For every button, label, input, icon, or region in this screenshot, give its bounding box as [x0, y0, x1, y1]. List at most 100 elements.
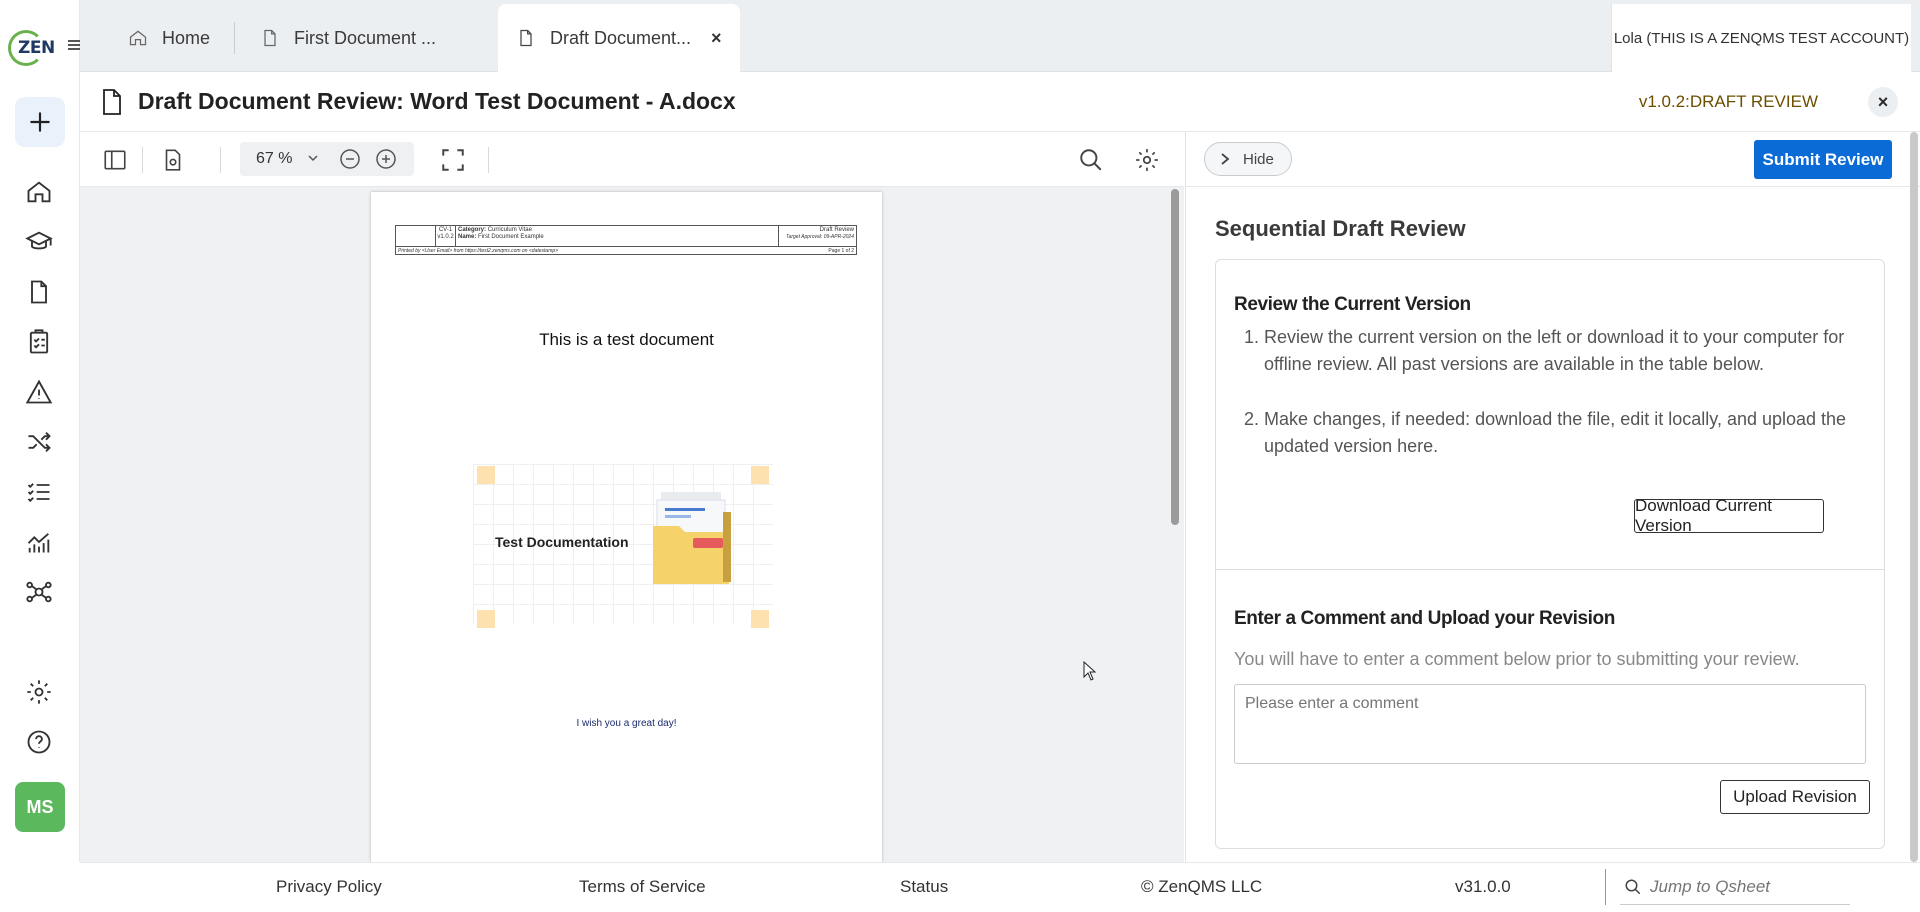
- jump-to-qsheet-input[interactable]: [1650, 876, 1840, 897]
- zenqms-logo[interactable]: ZEN: [8, 28, 55, 66]
- clipboard-check-icon: [29, 329, 49, 354]
- jump-to-qsheet: [1620, 869, 1850, 905]
- nav-home[interactable]: [24, 177, 54, 207]
- viewer-settings-button[interactable]: [1132, 145, 1162, 175]
- gear-icon: [1136, 149, 1158, 171]
- document-viewer[interactable]: CV-1 v1.0.2 Category: Curriculum Vitae Na…: [80, 187, 1184, 862]
- submit-review-button[interactable]: Submit Review: [1754, 140, 1892, 179]
- review-steps: 1. Review the current version on the left…: [1234, 324, 1854, 488]
- zoom-in-icon[interactable]: [374, 147, 398, 171]
- toolbar-divider: [220, 147, 221, 173]
- zoom-level[interactable]: 67 %: [256, 150, 292, 168]
- toolbar-divider: [488, 147, 489, 173]
- document-settings-button[interactable]: [158, 145, 188, 175]
- document-icon: [264, 29, 276, 47]
- section-title-review: Review the Current Version: [1234, 294, 1471, 315]
- privacy-policy-link[interactable]: Privacy Policy: [276, 877, 382, 897]
- version-status: v1.0.2:DRAFT REVIEW: [1638, 92, 1818, 111]
- home-icon: [27, 181, 51, 203]
- review-panel-toolbar: Hide Submit Review: [1186, 132, 1920, 187]
- review-heading: Sequential Draft Review: [1215, 216, 1466, 241]
- tab-first-document[interactable]: First Document ...: [260, 4, 436, 72]
- page-footer: Privacy Policy Terms of Service Status ©…: [80, 862, 1920, 912]
- doc-name: First Document Example: [478, 234, 544, 240]
- doc-page: Page 1 of 2: [828, 248, 854, 254]
- doc-printed: Printed by <User Email> from https://tes…: [398, 248, 559, 254]
- tab-bar: Home First Document ... Draft Document..…: [80, 0, 1920, 72]
- nav-reports[interactable]: [24, 527, 54, 557]
- folder-icon: [653, 492, 731, 584]
- download-current-version-button[interactable]: Download Current Version: [1634, 496, 1824, 535]
- document-icon: [103, 89, 121, 115]
- list-check-icon: [27, 483, 50, 503]
- section-divider: [1216, 569, 1884, 570]
- warning-icon: [25, 379, 53, 404]
- document-gear-icon: [165, 149, 181, 171]
- document-header: Draft Document Review: Word Test Documen…: [80, 72, 1920, 132]
- nav-issues[interactable]: [24, 377, 54, 407]
- list-item: 2. Make changes, if needed: download the …: [1244, 409, 1847, 456]
- close-icon: ×: [1877, 91, 1889, 112]
- nav-help[interactable]: [24, 727, 54, 757]
- nav-settings[interactable]: [24, 677, 54, 707]
- tab-label: Draft Document...: [550, 27, 692, 48]
- comment-instructions: You will have to enter a comment below p…: [1234, 649, 1800, 669]
- tab-home[interactable]: Home: [128, 4, 210, 72]
- graduation-cap-icon: [25, 231, 53, 250]
- mouse-cursor-icon: [1083, 661, 1097, 681]
- illustration-label: Test Documentation: [495, 534, 629, 550]
- document-header-table: CV-1 v1.0.2 Category: Curriculum Vitae Na…: [395, 225, 857, 255]
- document-page: CV-1 v1.0.2 Category: Curriculum Vitae Na…: [371, 192, 882, 862]
- review-panel: Hide Submit Review Sequential Draft Revi…: [1185, 132, 1920, 862]
- terms-of-service-link[interactable]: Terms of Service: [579, 877, 706, 897]
- search-button[interactable]: [1076, 145, 1106, 175]
- hide-panel-button[interactable]: Hide: [1204, 142, 1292, 176]
- zoom-out-icon[interactable]: [338, 147, 362, 171]
- viewer-scrollbar[interactable]: [1171, 189, 1179, 525]
- user-avatar[interactable]: MS: [15, 782, 65, 832]
- help-icon: [27, 730, 51, 754]
- nav-documents[interactable]: [24, 277, 54, 307]
- plus-icon: [30, 112, 50, 132]
- doc-version: v1.0.2: [437, 234, 454, 240]
- comment-field[interactable]: [1234, 684, 1866, 764]
- fullscreen-icon: [442, 149, 464, 171]
- upload-revision-button[interactable]: Upload Revision: [1720, 780, 1870, 814]
- account-label[interactable]: Lola (THIS IS A ZENQMS TEST ACCOUNT): [1611, 4, 1911, 72]
- review-card: Review the Current Version 1. Review the …: [1215, 259, 1885, 849]
- toggle-sidebar-button[interactable]: [100, 145, 130, 175]
- page-title: Draft Document Review: Word Test Documen…: [138, 88, 736, 114]
- document-title: This is a test document: [539, 330, 714, 349]
- toolbar-divider: [142, 147, 143, 173]
- panel-scrollbar[interactable]: [1910, 132, 1918, 862]
- sidebar-icon: [104, 150, 126, 170]
- nav-tasks[interactable]: [24, 477, 54, 507]
- hide-label: Hide: [1243, 150, 1274, 168]
- app-root: ZEN MS Home First Document ... Draft Doc…: [0, 0, 1920, 912]
- create-new-button[interactable]: [15, 97, 65, 147]
- nav-training[interactable]: [24, 227, 54, 257]
- close-review-button[interactable]: ×: [1868, 87, 1898, 117]
- tab-divider: [234, 22, 235, 54]
- search-icon: [1625, 879, 1641, 894]
- nav-integrations[interactable]: [24, 577, 54, 607]
- close-icon[interactable]: ×: [711, 28, 722, 49]
- network-icon: [26, 581, 52, 603]
- left-nav: ZEN MS: [0, 0, 81, 862]
- section-title-comment: Enter a Comment and Upload your Revision: [1234, 608, 1615, 629]
- document-footer-text: I wish you a great day!: [576, 718, 677, 729]
- chevron-down-icon[interactable]: [306, 151, 320, 165]
- footer-divider: [1605, 869, 1606, 905]
- gear-icon: [27, 680, 51, 704]
- tab-draft-document[interactable]: Draft Document... ×: [498, 4, 740, 72]
- viewer-toolbar: 67 %: [80, 132, 1184, 187]
- nav-checklists[interactable]: [24, 327, 54, 357]
- status-link[interactable]: Status: [900, 877, 948, 897]
- doc-target: Target Approval: 09-APR-2024: [785, 234, 854, 240]
- zoom-control: 67 %: [240, 142, 414, 176]
- doc-status: Draft Review: [819, 227, 854, 233]
- nav-changes[interactable]: [24, 427, 54, 457]
- doc-category: Curriculum Vitae: [487, 227, 532, 233]
- chart-icon: [27, 533, 50, 553]
- fullscreen-button[interactable]: [438, 145, 468, 175]
